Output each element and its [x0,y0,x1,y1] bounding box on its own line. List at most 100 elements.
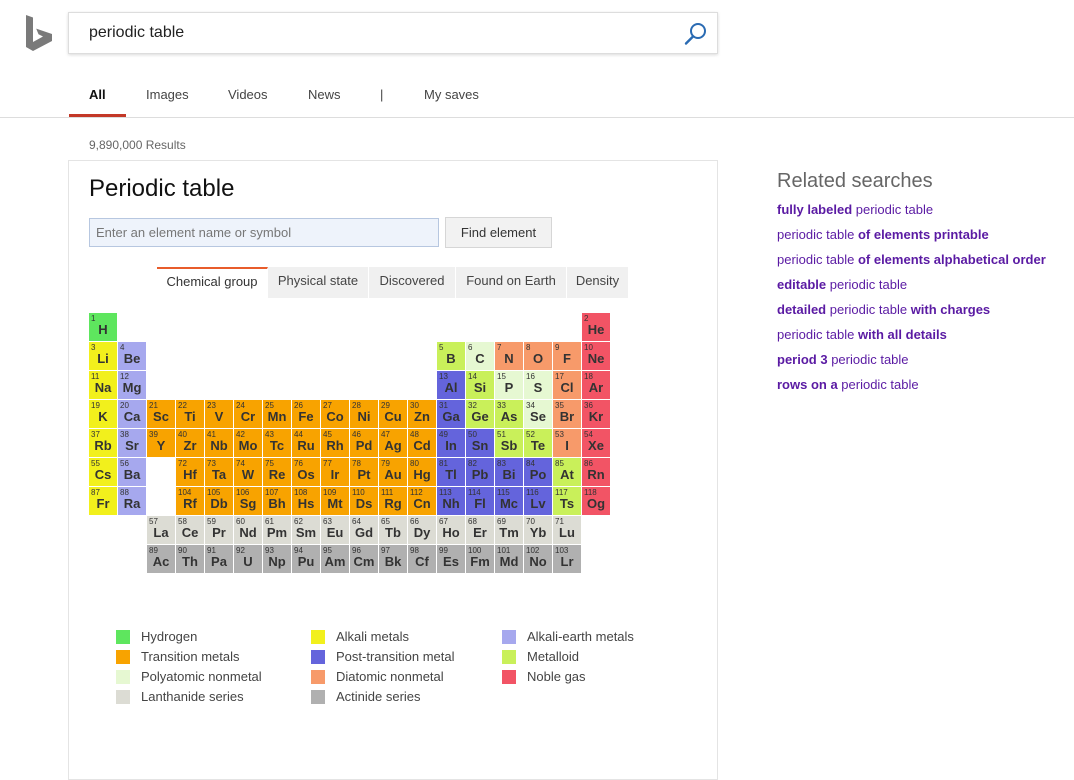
element-cell-tc[interactable]: 43 Tc [263,429,291,457]
element-cell-pt[interactable]: 78 Pt [350,458,378,486]
element-cell-lu[interactable]: 71 Lu [553,516,581,544]
element-cell-pa[interactable]: 91 Pa [205,545,233,573]
element-cell-v[interactable]: 23 V [205,400,233,428]
element-cell-no[interactable]: 102 No [524,545,552,573]
element-cell-tm[interactable]: 69 Tm [495,516,523,544]
element-cell-ar[interactable]: 18 Ar [582,371,610,399]
element-cell-rg[interactable]: 111 Rg [379,487,407,515]
element-cell-cs[interactable]: 55 Cs [89,458,117,486]
element-cell-sg[interactable]: 106 Sg [234,487,262,515]
related-search-link[interactable]: period 3 periodic table [777,352,1067,377]
element-cell-zr[interactable]: 40 Zr [176,429,204,457]
element-cell-mt[interactable]: 109 Mt [321,487,349,515]
element-cell-b[interactable]: 5B [437,342,465,370]
element-cell-la[interactable]: 57 La [147,516,175,544]
related-search-link[interactable]: fully labeled periodic table [777,202,1067,227]
element-cell-w[interactable]: 74 W [234,458,262,486]
element-cell-cm[interactable]: 96 Cm [350,545,378,573]
element-cell-pb[interactable]: 82 Pb [466,458,494,486]
element-cell-mc[interactable]: 115 Mc [495,487,523,515]
element-cell-pm[interactable]: 61 Pm [263,516,291,544]
element-cell-hs[interactable]: 108 Hs [292,487,320,515]
element-cell-cd[interactable]: 48 Cd [408,429,436,457]
element-cell-ni[interactable]: 28 Ni [350,400,378,428]
element-cell-ca[interactable]: 20 Ca [118,400,146,428]
element-cell-yb[interactable]: 70 Yb [524,516,552,544]
tab-density[interactable]: Density [567,267,629,298]
element-cell-og[interactable]: 118 Og [582,487,610,515]
element-cell-nb[interactable]: 41 Nb [205,429,233,457]
element-cell-cl[interactable]: 17 Cl [553,371,581,399]
element-cell-md[interactable]: 101 Md [495,545,523,573]
element-cell-pr[interactable]: 59 Pr [205,516,233,544]
element-cell-ir[interactable]: 77 Ir [321,458,349,486]
element-cell-am[interactable]: 95 Am [321,545,349,573]
element-cell-at[interactable]: 85 At [553,458,581,486]
element-cell-ge[interactable]: 32 Ge [466,400,494,428]
related-search-link[interactable]: rows on a periodic table [777,377,1067,402]
element-cell-rb[interactable]: 37 Rb [89,429,117,457]
element-cell-p[interactable]: 15 P [495,371,523,399]
element-cell-ta[interactable]: 73 Ta [205,458,233,486]
element-cell-ba[interactable]: 56 Ba [118,458,146,486]
related-search-link[interactable]: editable periodic table [777,277,1067,302]
related-search-link[interactable]: detailed periodic table with charges [777,302,1067,327]
element-cell-rh[interactable]: 45 Rh [321,429,349,457]
element-cell-o[interactable]: 8O [524,342,552,370]
element-cell-fr[interactable]: 87 Fr [89,487,117,515]
element-cell-ga[interactable]: 31 Ga [437,400,465,428]
element-cell-ac[interactable]: 89 Ac [147,545,175,573]
element-cell-kr[interactable]: 36 Kr [582,400,610,428]
element-cell-s[interactable]: 16 S [524,371,552,399]
element-cell-li[interactable]: 3 Li [89,342,117,370]
element-cell-re[interactable]: 75 Re [263,458,291,486]
element-search-input[interactable] [89,218,439,247]
element-cell-ti[interactable]: 22 Ti [176,400,204,428]
element-cell-k[interactable]: 19 K [89,400,117,428]
element-cell-ru[interactable]: 44 Ru [292,429,320,457]
element-cell-na[interactable]: 11 Na [89,371,117,399]
element-cell-po[interactable]: 84 Po [524,458,552,486]
element-cell-i[interactable]: 53 I [553,429,581,457]
element-cell-u[interactable]: 92 U [234,545,262,573]
element-cell-pd[interactable]: 46 Pd [350,429,378,457]
tab-my-saves[interactable]: My saves [424,87,479,102]
tab-all[interactable]: All [89,87,106,102]
element-cell-sn[interactable]: 50 Sn [466,429,494,457]
element-cell-db[interactable]: 105 Db [205,487,233,515]
element-cell-ce[interactable]: 58 Ce [176,516,204,544]
element-cell-os[interactable]: 76 Os [292,458,320,486]
tab-news[interactable]: News [308,87,341,102]
element-cell-f[interactable]: 9F [553,342,581,370]
element-cell-be[interactable]: 4 Be [118,342,146,370]
related-search-link[interactable]: periodic table of elements printable [777,227,1067,252]
search-icon[interactable] [683,21,709,47]
element-cell-y[interactable]: 39 Y [147,429,175,457]
element-cell-n[interactable]: 7N [495,342,523,370]
element-cell-tb[interactable]: 65 Tb [379,516,407,544]
element-cell-ra[interactable]: 88 Ra [118,487,146,515]
element-cell-cr[interactable]: 24 Cr [234,400,262,428]
element-cell-sr[interactable]: 38 Sr [118,429,146,457]
element-cell-tl[interactable]: 81 Tl [437,458,465,486]
element-cell-sc[interactable]: 21 Sc [147,400,175,428]
element-cell-fe[interactable]: 26 Fe [292,400,320,428]
tab-images[interactable]: Images [146,87,189,102]
element-cell-rf[interactable]: 104 Rf [176,487,204,515]
element-cell-fm[interactable]: 100 Fm [466,545,494,573]
element-cell-pu[interactable]: 94 Pu [292,545,320,573]
element-cell-mg[interactable]: 12 Mg [118,371,146,399]
element-cell-si[interactable]: 14 Si [466,371,494,399]
element-cell-c[interactable]: 6C [466,342,494,370]
element-cell-se[interactable]: 34 Se [524,400,552,428]
element-cell-hf[interactable]: 72 Hf [176,458,204,486]
element-cell-te[interactable]: 52 Te [524,429,552,457]
element-cell-dy[interactable]: 66 Dy [408,516,436,544]
element-cell-mn[interactable]: 25 Mn [263,400,291,428]
element-cell-xe[interactable]: 54 Xe [582,429,610,457]
element-cell-br[interactable]: 35 Br [553,400,581,428]
element-cell-in[interactable]: 49 In [437,429,465,457]
find-element-button[interactable]: Find element [445,217,552,248]
element-cell-mo[interactable]: 42 Mo [234,429,262,457]
tab-found-on-earth[interactable]: Found on Earth [456,267,567,298]
